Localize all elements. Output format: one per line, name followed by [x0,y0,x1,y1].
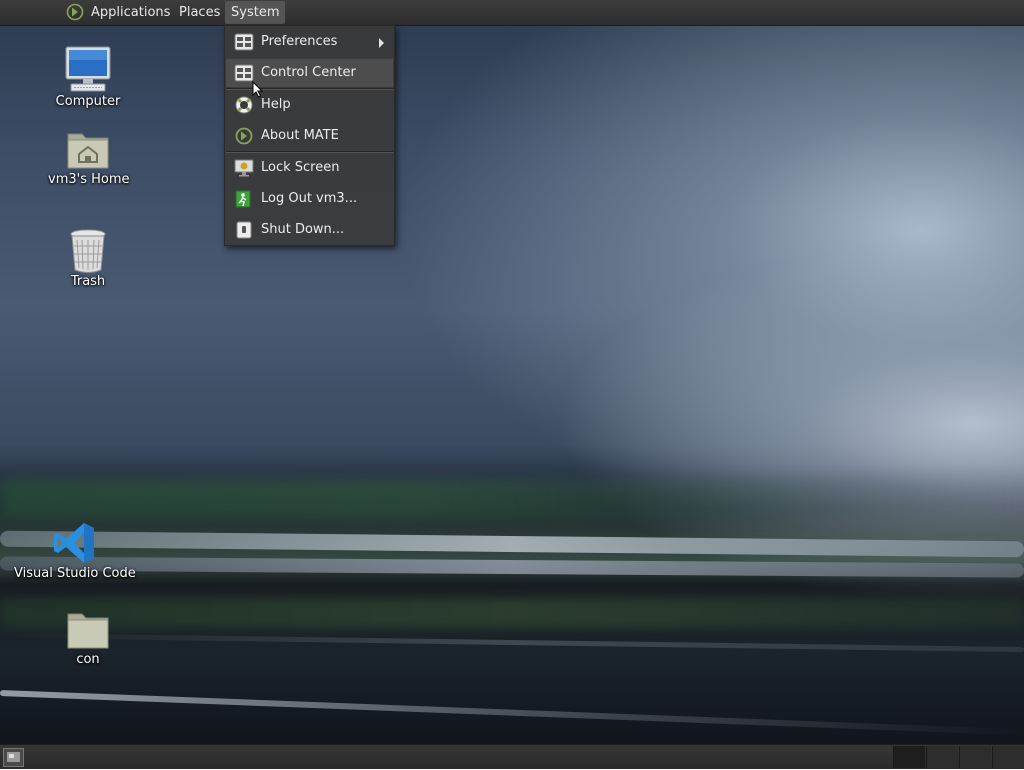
desktop-icon-label: vm3's Home [48,172,130,187]
desktop-icon-con[interactable]: con [48,608,128,667]
menu-item-shut-down[interactable]: Shut Down... [226,216,393,244]
show-desktop-button[interactable] [3,748,24,767]
mate-logo-icon [235,127,253,145]
applications-menu[interactable]: Applications [85,1,176,24]
wallpaper-streak [0,530,1024,558]
desktop-icon-vscode[interactable]: Visual Studio Code [14,520,136,581]
preferences-icon [234,33,254,51]
mouse-cursor-icon [252,81,264,98]
wallpaper-streak [0,556,1024,578]
show-desktop-icon [7,752,20,762]
menu-item-log-out[interactable]: Log Out vm3... [226,185,393,213]
trash-icon [70,229,106,273]
folder-icon [67,613,109,649]
desktop-background: Computer vm3's Home Trash Visual Studio … [0,0,1024,768]
places-menu[interactable]: Places [173,1,226,24]
workspace-1[interactable] [893,746,925,768]
desktop-icon-computer[interactable]: Computer [48,44,128,109]
desktop-icon-label: Trash [70,274,106,289]
menu-item-label: Preferences [261,34,338,49]
shutdown-icon [236,221,252,239]
menu-item-label: About MATE [261,128,339,143]
desktop-icon-trash[interactable]: Trash [48,228,128,289]
wallpaper-streak [0,632,1024,653]
desktop-icon-home[interactable]: vm3's Home [48,128,130,187]
wallpaper-streak [0,690,1024,736]
system-menu[interactable]: System [225,1,286,24]
menu-item-label: Shut Down... [261,222,345,237]
menu-item-label: Log Out vm3... [261,191,358,206]
system-dropdown-menu: Preferences Control Center Help About MA… [224,25,395,246]
workspace-3[interactable] [959,746,991,768]
wallpaper-band [0,478,1024,518]
bottom-panel [0,744,1024,769]
submenu-arrow-icon [379,38,384,48]
menu-item-lock-screen[interactable]: Lock Screen [226,154,393,182]
desktop-icon-label: con [76,652,100,667]
control-center-icon [234,64,254,82]
top-panel: Applications Places System [0,0,1024,26]
vscode-icon [54,523,94,563]
menu-separator [226,151,393,153]
menu-item-label: Help [261,97,291,112]
logout-icon [235,190,251,208]
menu-item-preferences[interactable]: Preferences [226,28,393,56]
workspace-4[interactable] [992,746,1024,768]
desktop-icon-label: Visual Studio Code [14,566,136,581]
workspace-2[interactable] [926,746,958,768]
menu-item-label: Control Center [261,65,356,80]
home-folder-icon [67,133,109,169]
help-lifebuoy-icon [235,96,253,114]
menu-item-label: Lock Screen [261,160,340,175]
lock-screen-icon [234,159,254,177]
computer-icon [65,46,111,92]
menu-item-about-mate[interactable]: About MATE [226,122,393,150]
mate-logo-icon [66,3,84,21]
desktop-icon-label: Computer [55,94,121,109]
wallpaper-band [0,598,1024,628]
